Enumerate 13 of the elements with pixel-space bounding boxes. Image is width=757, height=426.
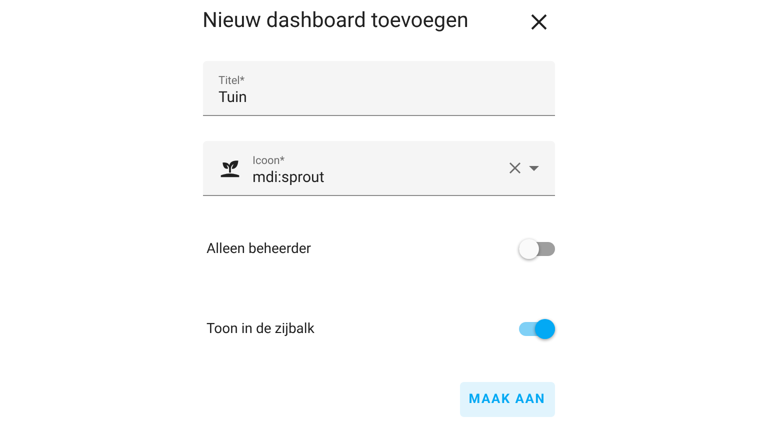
field-value: Tuin (218, 86, 248, 106)
dialog-title: Nieuw dashboard toevoegen (202, 8, 468, 36)
input-field[interactable]: Titel* Tuin (202, 61, 554, 116)
toggle-switch[interactable] (518, 242, 554, 256)
icon-picker-field[interactable]: Icoon* mdi:sprout (202, 141, 554, 196)
toggle-label: Alleen beheerder (206, 240, 312, 258)
toggle-label: Toon in de zijbalk (206, 320, 314, 338)
field-value: mdi:sprout (252, 166, 326, 186)
toggle-switch[interactable] (518, 322, 554, 336)
clear-icon[interactable] (508, 162, 520, 174)
field-label: Titel* (218, 74, 246, 86)
dropdown-arrow-icon[interactable] (528, 166, 538, 170)
field-label: Icoon* (252, 154, 286, 166)
